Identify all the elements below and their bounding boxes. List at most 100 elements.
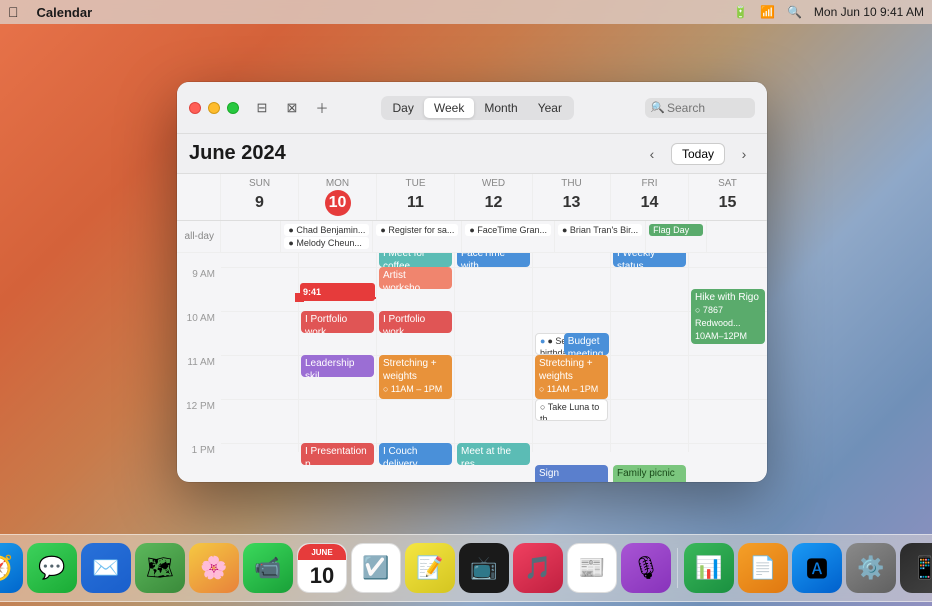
- allday-event-chad[interactable]: ● Chad Benjamin...: [284, 224, 369, 236]
- event-leadership[interactable]: Leadership skil...: [301, 355, 374, 377]
- sidebar-toggle-button[interactable]: ⊟: [251, 97, 273, 119]
- month-view-button[interactable]: Month: [474, 98, 527, 118]
- dock-icon-appstore[interactable]: 🅰: [792, 543, 842, 593]
- maximize-button[interactable]: [227, 102, 239, 114]
- day-num-mon: 10: [325, 190, 351, 216]
- event-family-picnic[interactable]: Family picnic○ 12–2PM: [613, 465, 686, 482]
- day-num-thu: 13: [559, 190, 585, 216]
- next-button[interactable]: ›: [733, 143, 755, 165]
- day-name-sun: SUN: [249, 178, 270, 189]
- prev-button[interactable]: ‹: [641, 143, 663, 165]
- day-header-sat[interactable]: SAT 15: [689, 174, 767, 220]
- navigation-bar: June 2024 ‹ Today ›: [177, 134, 767, 174]
- dock-separator: [677, 548, 678, 588]
- dock-icon-safari[interactable]: 🧭: [0, 543, 23, 593]
- minimize-button[interactable]: [208, 102, 220, 114]
- allday-event-melody[interactable]: ● Melody Cheun...: [284, 237, 369, 249]
- allday-cell-sun[interactable]: [221, 221, 281, 252]
- allday-cell-wed[interactable]: ● FaceTime Gran...: [462, 221, 555, 252]
- day-num-fri: 14: [637, 190, 663, 216]
- day-name-mon: MON: [326, 178, 349, 189]
- time-grid[interactable]: 9 AM 10 AM 11 AM 12 PM 1 PM 2 PM 3 PM 4 …: [177, 253, 767, 482]
- allday-event-flagday[interactable]: Flag Day: [649, 224, 702, 236]
- add-event-button[interactable]: ＋: [311, 97, 333, 119]
- day-name-fri: FRI: [641, 178, 657, 189]
- dock-icon-pages[interactable]: 📄: [738, 543, 788, 593]
- time-col-thu[interactable]: ● Send birthday... Stretching + weights○…: [533, 253, 611, 452]
- event-facetime-wed[interactable]: FaceTime with...: [457, 253, 530, 267]
- day-view-button[interactable]: Day: [383, 98, 424, 118]
- dock-icon-appletv[interactable]: 📺: [459, 543, 509, 593]
- event-presentation-mon[interactable]: I Presentation p...: [301, 443, 374, 465]
- spotlight-icon[interactable]: 🔍: [787, 5, 802, 19]
- event-meet-coffee[interactable]: I Meet for coffee: [379, 253, 452, 267]
- time-col-tue[interactable]: I Meet for coffee Artist worksho... I Po…: [377, 253, 455, 452]
- allday-event-brian[interactable]: ● Brian Tran's Bir...: [558, 224, 642, 236]
- time-col-sat[interactable]: Hike with Rigo○ 7867 Redwood...10AM–12PM: [689, 253, 767, 452]
- allday-cell-thu[interactable]: ● Brian Tran's Bir...: [555, 221, 646, 252]
- allday-row: all-day ● Chad Benjamin... ● Melody Cheu…: [177, 221, 767, 253]
- day-header-tue[interactable]: TUE 11: [377, 174, 455, 220]
- dock-icon-numbers[interactable]: 📊: [684, 543, 734, 593]
- time-col-wed[interactable]: FaceTime with... Meet at the res... Team…: [455, 253, 533, 452]
- allday-cell-tue[interactable]: ● Register for sa...: [373, 221, 462, 252]
- wifi-icon: 📶: [760, 5, 775, 19]
- day-headers: SUN 9 MON 10 TUE 11 WED 12 THU 13 FRI 14: [177, 174, 767, 221]
- apple-menu[interactable]: : [8, 4, 19, 20]
- allday-cell-sat[interactable]: [707, 221, 767, 252]
- event-couch-delivery[interactable]: I Couch delivery: [379, 443, 452, 465]
- year-view-button[interactable]: Year: [528, 98, 572, 118]
- allday-cell-mon[interactable]: ● Chad Benjamin... ● Melody Cheun...: [281, 221, 373, 252]
- event-budget[interactable]: Budget meeting: [564, 333, 609, 355]
- dock-icon-music[interactable]: 🎵: [513, 543, 563, 593]
- day-header-mon[interactable]: MON 10: [299, 174, 377, 220]
- titlebar-controls: ⊟ ⊠ ＋: [251, 97, 333, 119]
- event-sign-language[interactable]: Sign Language Club○ 12–2PM: [535, 465, 608, 482]
- time-col-mon[interactable]: 9:41 I Portfolio work... Leadership skil…: [299, 253, 377, 452]
- close-button[interactable]: [189, 102, 201, 114]
- allday-cell-fri[interactable]: Flag Day: [646, 221, 706, 252]
- event-meet-res[interactable]: Meet at the res...: [457, 443, 530, 465]
- day-header-wed[interactable]: WED 12: [455, 174, 533, 220]
- event-luna[interactable]: ○ Take Luna to th...: [535, 399, 608, 421]
- event-stretching-thu[interactable]: Stretching + weights○ 11AM – 1PM: [535, 355, 608, 399]
- dock-icon-calendar[interactable]: JUNE 10: [297, 543, 347, 593]
- week-view-button[interactable]: Week: [424, 98, 474, 118]
- time-col-sun[interactable]: [221, 253, 299, 452]
- event-stretching-tue[interactable]: Stretching + weights○ 11AM – 1PM: [379, 355, 452, 399]
- dock-icon-messages[interactable]: 💬: [27, 543, 77, 593]
- event-portfolio-tue[interactable]: I Portfolio work...: [379, 311, 452, 333]
- menu-bar:  Calendar 🔋 📶 🔍 Mon Jun 10 9:41 AM: [0, 0, 932, 24]
- time-label-10am: 10 AM: [177, 311, 221, 355]
- day-header-fri[interactable]: FRI 14: [611, 174, 689, 220]
- dock-icon-settings[interactable]: ⚙️: [846, 543, 896, 593]
- dock-icon-podcasts[interactable]: 🎙: [621, 543, 671, 593]
- dock-icon-news[interactable]: 📰: [567, 543, 617, 593]
- dock-icon-maps[interactable]: 🗺: [135, 543, 185, 593]
- window-controls: [189, 102, 239, 114]
- dock-icon-mail[interactable]: ✉️: [81, 543, 131, 593]
- dock: 🚀 🧭 💬 ✉️ 🗺 🌸 📹 JUNE 10 ☑️ 📝 📺: [0, 534, 932, 602]
- dock-icon-facetime[interactable]: 📹: [243, 543, 293, 593]
- allday-event-register[interactable]: ● Register for sa...: [376, 224, 458, 236]
- month-year-label: June 2024: [189, 142, 286, 165]
- dock-icon-photos[interactable]: 🌸: [189, 543, 239, 593]
- time-label-12pm: 12 PM: [177, 399, 221, 443]
- battery-icon: 🔋: [733, 5, 748, 19]
- share-button[interactable]: ⊠: [281, 97, 303, 119]
- app-name-menu[interactable]: Calendar: [37, 5, 93, 20]
- allday-event-facetime[interactable]: ● FaceTime Gran...: [465, 224, 551, 236]
- time-col-fri[interactable]: I Weekly status Family picnic○ 12–2PM ● …: [611, 253, 689, 452]
- time-label-11am: 11 AM: [177, 355, 221, 399]
- event-artist-workshop[interactable]: Artist worksho...: [379, 267, 452, 289]
- dock-icon-reminders[interactable]: ☑️: [351, 543, 401, 593]
- day-name-thu: THU: [561, 178, 582, 189]
- day-header-sun[interactable]: SUN 9: [221, 174, 299, 220]
- day-header-thu[interactable]: THU 13: [533, 174, 611, 220]
- event-weekly-status[interactable]: I Weekly status: [613, 253, 686, 267]
- today-button[interactable]: Today: [671, 143, 725, 165]
- dock-icon-notes[interactable]: 📝: [405, 543, 455, 593]
- event-hike[interactable]: Hike with Rigo○ 7867 Redwood...10AM–12PM: [691, 289, 765, 344]
- dock-icon-iphone[interactable]: 📱: [900, 543, 932, 593]
- event-portfolio-mon[interactable]: I Portfolio work...: [301, 311, 374, 333]
